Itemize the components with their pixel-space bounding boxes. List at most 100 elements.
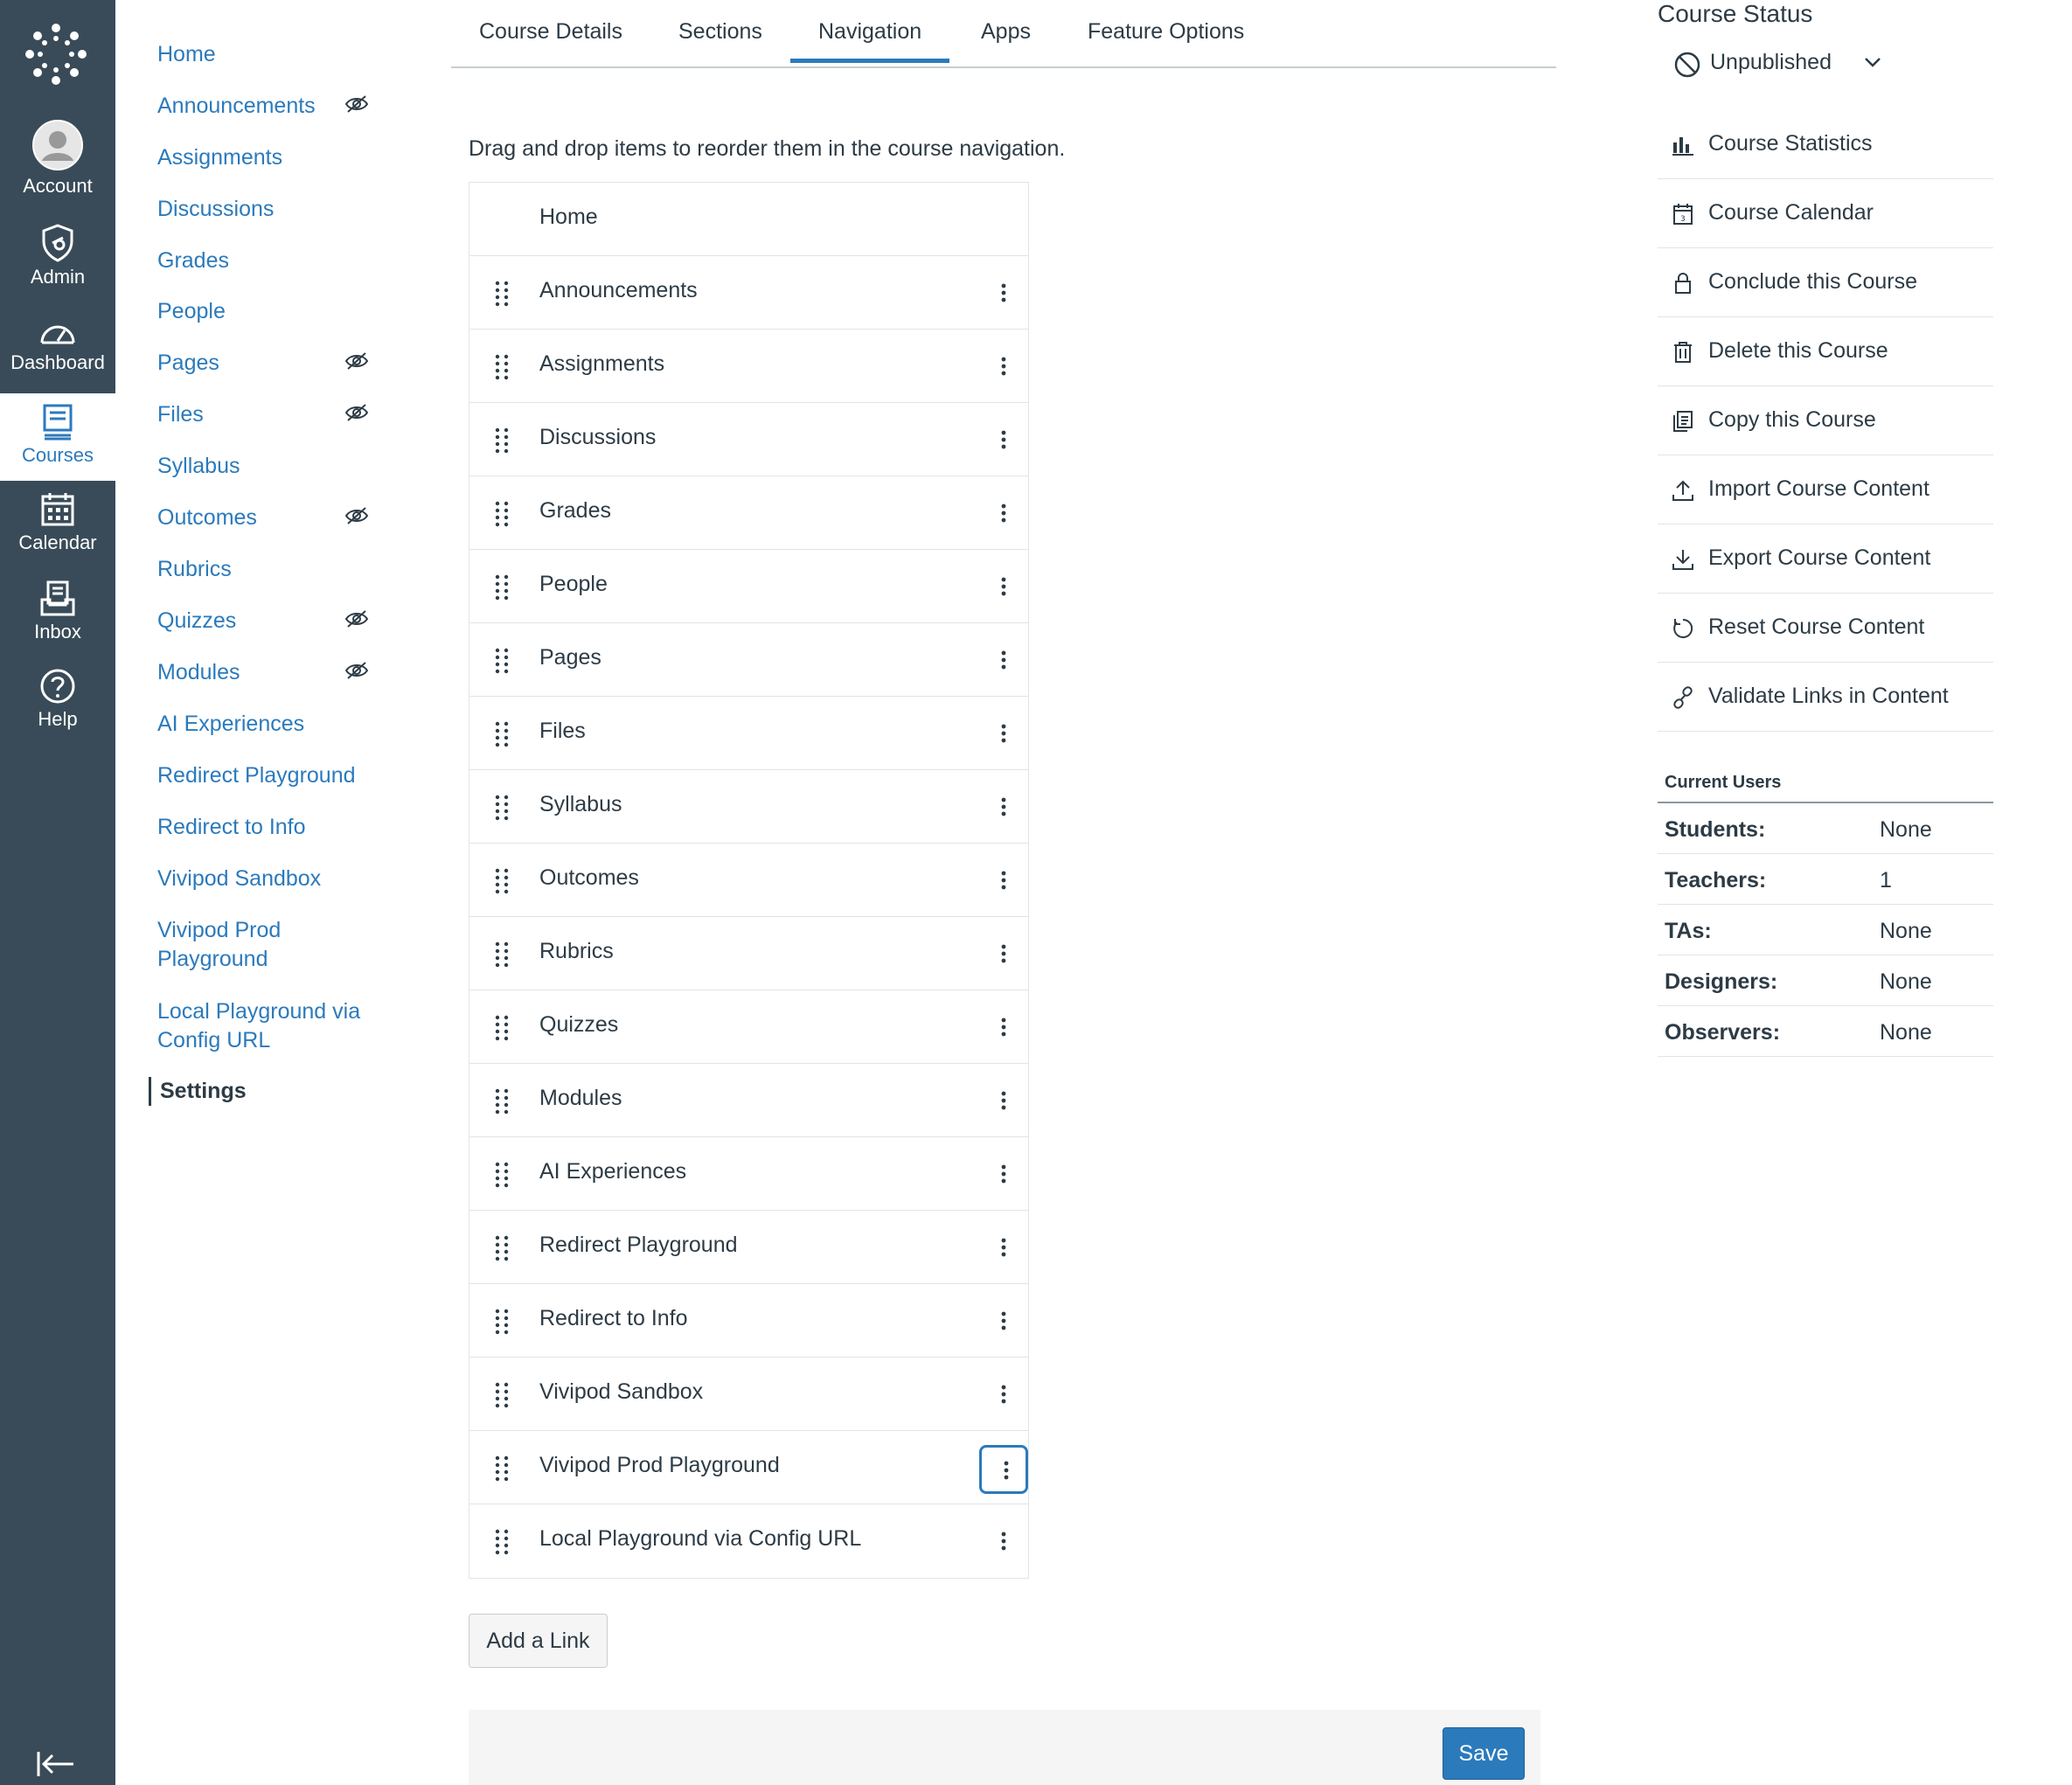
nav-list-item[interactable]: Files [469,697,1028,770]
item-options-button[interactable] [979,1445,1028,1494]
nav-list-item[interactable]: People [469,550,1028,623]
course-nav-redirect-playground[interactable]: Redirect Playground [157,761,385,790]
course-nav-quizzes[interactable]: Quizzes [157,607,385,636]
nav-list-item[interactable]: Vivipod Prod Playground [469,1431,1028,1504]
item-options-button[interactable] [979,1004,1028,1053]
drag-handle-icon[interactable] [494,795,510,821]
drag-handle-icon[interactable] [494,941,510,968]
item-options-button[interactable] [979,1151,1028,1200]
course-nav-grades[interactable]: Grades [157,247,385,275]
drag-handle-icon[interactable] [494,1309,510,1335]
nav-list-item[interactable]: Assignments [469,330,1028,403]
course-nav-vivipod-prod-playground[interactable]: Vivipod Prod Playground [157,916,385,974]
course-nav-pages[interactable]: Pages [157,349,385,378]
global-nav-inbox[interactable]: Inbox [0,580,115,668]
item-options-button[interactable] [979,417,1028,466]
nav-list-item[interactable]: Announcements [469,256,1028,330]
item-options-button[interactable] [979,490,1028,539]
item-options-button[interactable] [979,711,1028,760]
drag-handle-icon[interactable] [494,1015,510,1041]
drag-handle-icon[interactable] [494,868,510,894]
course-nav-outcomes[interactable]: Outcomes [157,504,385,532]
item-options-button[interactable] [979,931,1028,980]
course-nav-discussions[interactable]: Discussions [157,195,385,224]
drag-handle-icon[interactable] [494,574,510,601]
course-nav-files[interactable]: Files [157,400,385,429]
nav-list-item[interactable]: Quizzes [469,990,1028,1064]
tab-navigation[interactable]: Navigation [790,19,950,63]
add-link-button[interactable]: Add a Link [469,1614,608,1668]
drag-handle-icon[interactable] [494,427,510,454]
drag-handle-icon[interactable] [494,1088,510,1115]
tab-feature-options[interactable]: Feature Options [1088,19,1244,45]
global-nav-dashboard[interactable]: Dashboard [0,316,115,404]
course-nav-modules[interactable]: Modules [157,658,385,687]
nav-list-item[interactable]: Rubrics [469,917,1028,990]
nav-list-item[interactable]: Pages [469,623,1028,697]
tab-sections[interactable]: Sections [678,19,762,45]
drag-handle-icon[interactable] [494,648,510,674]
nav-list-item[interactable]: Redirect to Info [469,1284,1028,1358]
drag-handle-icon[interactable] [494,1235,510,1261]
collapse-nav-icon[interactable] [35,1748,77,1780]
global-nav-admin[interactable]: Admin [0,224,115,311]
course-nav-redirect-to-info[interactable]: Redirect to Info [157,813,385,842]
action-conclude-this-course[interactable]: Conclude this Course [1658,248,1993,317]
action-copy-this-course[interactable]: Copy this Course [1658,386,1993,455]
course-nav-vivipod-sandbox[interactable]: Vivipod Sandbox [157,865,385,893]
item-options-button[interactable] [979,1225,1028,1274]
save-button[interactable]: Save [1443,1727,1525,1780]
global-nav-account[interactable]: Account [0,119,115,206]
course-nav-settings[interactable]: Settings [149,1077,376,1106]
action-export-course-content[interactable]: Export Course Content [1658,524,1993,594]
course-nav-home[interactable]: Home [157,40,385,69]
item-options-button[interactable] [979,784,1028,833]
drag-handle-icon[interactable] [494,281,510,307]
item-options-button[interactable] [979,564,1028,613]
nav-list-item[interactable]: Grades [469,476,1028,550]
nav-list-item[interactable]: Vivipod Sandbox [469,1358,1028,1431]
item-options-button[interactable] [979,858,1028,906]
tab-course-details[interactable]: Course Details [479,19,622,45]
nav-list-item[interactable]: AI Experiences [469,1137,1028,1211]
global-nav-calendar[interactable]: Calendar [0,491,115,579]
item-options-button[interactable] [979,1518,1028,1567]
global-nav-courses[interactable]: Courses [0,393,115,481]
item-options-button[interactable] [979,270,1028,319]
action-validate-links-in-content[interactable]: Validate Links in Content [1658,663,1993,732]
drag-handle-icon[interactable] [494,1455,510,1482]
drag-handle-icon[interactable] [494,721,510,747]
action-delete-this-course[interactable]: Delete this Course [1658,317,1993,386]
item-options-button[interactable] [979,637,1028,686]
nav-list-item[interactable]: Modules [469,1064,1028,1137]
action-reset-course-content[interactable]: Reset Course Content [1658,594,1993,663]
canvas-logo-icon[interactable] [24,23,87,86]
nav-list-item[interactable]: Redirect Playground [469,1211,1028,1284]
course-nav-assignments[interactable]: Assignments [157,143,385,172]
nav-list-item[interactable]: Syllabus [469,770,1028,844]
action-course-calendar[interactable]: 3 Course Calendar [1658,179,1993,248]
nav-list-item[interactable]: Home [469,183,1028,256]
drag-handle-icon[interactable] [494,354,510,380]
drag-handle-icon[interactable] [494,1162,510,1188]
course-nav-announcements[interactable]: Announcements [157,92,385,121]
drag-handle-icon[interactable] [494,1382,510,1408]
course-nav-ai-experiences[interactable]: AI Experiences [157,710,385,739]
nav-list-item[interactable]: Local Playground via Config URL [469,1504,1028,1578]
nav-list-item[interactable]: Outcomes [469,844,1028,917]
course-nav-local-playground-via-config-url[interactable]: Local Playground via Config URL [157,997,385,1055]
item-options-button[interactable] [979,344,1028,392]
drag-handle-icon[interactable] [494,1529,510,1555]
item-options-button[interactable] [979,1078,1028,1127]
action-course-statistics[interactable]: Course Statistics [1658,110,1993,179]
drag-handle-icon[interactable] [494,501,510,527]
item-options-button[interactable] [979,1298,1028,1347]
course-nav-rubrics[interactable]: Rubrics [157,555,385,584]
course-nav-people[interactable]: People [157,297,385,326]
action-import-course-content[interactable]: Import Course Content [1658,455,1993,524]
tab-apps[interactable]: Apps [981,19,1031,45]
global-nav-help[interactable]: Help [0,668,115,755]
course-nav-syllabus[interactable]: Syllabus [157,452,385,481]
nav-list-item[interactable]: Discussions [469,403,1028,476]
item-options-button[interactable] [979,1372,1028,1420]
